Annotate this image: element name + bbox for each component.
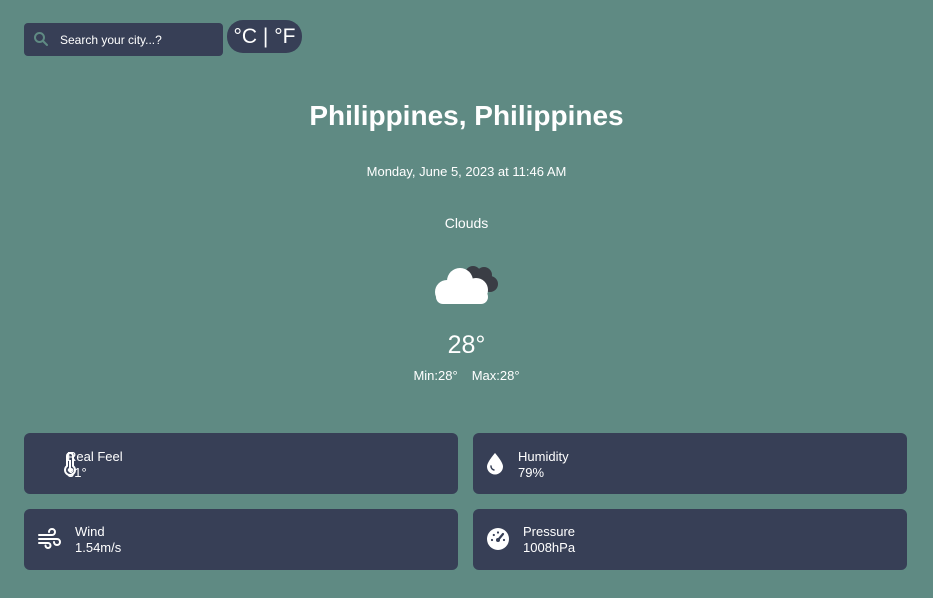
wind-icon xyxy=(38,528,61,549)
humidity-label: Humidity xyxy=(518,449,569,464)
max-temperature: Max:28° xyxy=(471,368,520,383)
current-temperature: 28° xyxy=(447,331,486,359)
humidity-card: Humidity 79% xyxy=(473,433,907,494)
wind-value: 1.54m/s xyxy=(75,540,122,555)
pressure-value: 1008hPa xyxy=(523,540,576,555)
real-feel-value: 31° xyxy=(67,465,87,480)
search-box[interactable] xyxy=(24,23,223,56)
weather-condition: Clouds xyxy=(444,215,489,231)
min-max-temperature: Min:28° Max:28° xyxy=(0,367,933,384)
wind-card: Wind 1.54m/s xyxy=(24,509,458,570)
pressure-label: Pressure xyxy=(523,524,576,539)
humidity-value: 79% xyxy=(518,465,545,480)
search-input[interactable] xyxy=(60,23,220,56)
real-feel-card: Real Feel 31° xyxy=(24,433,458,494)
min-temperature: Min:28° xyxy=(413,368,458,383)
unit-toggle-button[interactable]: °C | °F xyxy=(227,20,302,53)
cloud-icon xyxy=(435,266,498,304)
wind-label: Wind xyxy=(75,524,105,539)
real-feel-label: Real Feel xyxy=(67,449,123,464)
date-time: Monday, June 5, 2023 at 11:46 AM xyxy=(366,164,567,179)
city-title: Philippines, Philippines xyxy=(309,100,624,131)
droplet-icon xyxy=(487,453,503,475)
search-icon xyxy=(34,32,48,46)
gauge-icon xyxy=(487,528,509,550)
pressure-card: Pressure 1008hPa xyxy=(473,509,907,570)
